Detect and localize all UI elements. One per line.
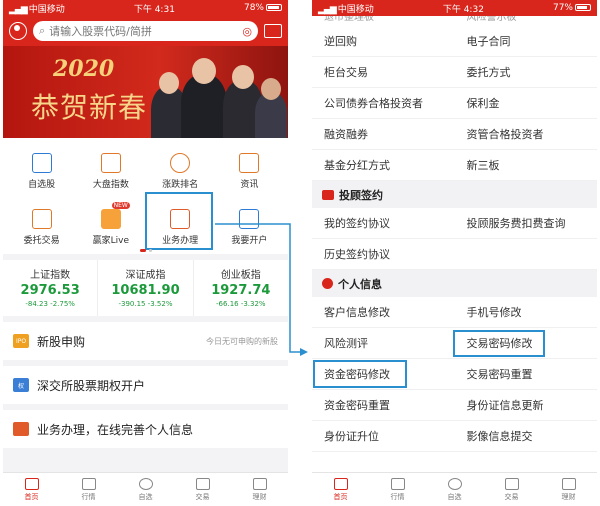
- connector-arrow: [215, 223, 308, 356]
